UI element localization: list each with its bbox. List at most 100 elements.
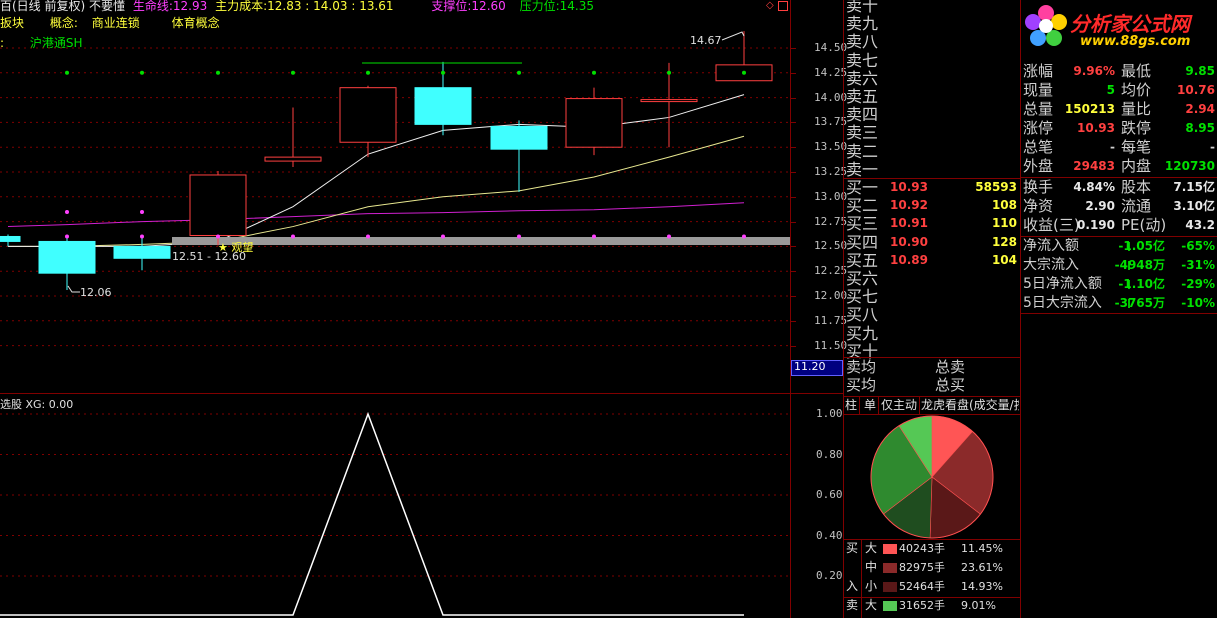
low-annotation: 12.06: [80, 286, 112, 299]
candle-body: [189, 174, 247, 236]
book-row[interactable]: 卖五: [843, 87, 1021, 106]
stat-label: 涨幅: [1023, 62, 1054, 80]
candle[interactable]: [189, 171, 247, 246]
stats-separator-2: [1021, 236, 1217, 237]
stats-separator: [1021, 177, 1217, 178]
legend-side: 买: [846, 541, 859, 555]
candle[interactable]: [38, 234, 96, 291]
legend-size: 大: [865, 598, 878, 612]
book-price: 10.93: [890, 180, 928, 194]
flow-tabs: 柱单仅主动 龙虎看盘(成交量/按: [843, 397, 1021, 415]
flow-pie-chart: [870, 415, 994, 539]
book-row[interactable]: 买六: [843, 269, 1021, 288]
fundamental-row: 收益(三) 0.190 PE(动) 43.2: [1021, 216, 1217, 235]
book-row[interactable]: 卖十: [843, 0, 1021, 15]
book-price: 10.89: [890, 252, 928, 267]
current-price-label: 11.20: [794, 360, 826, 373]
stat-row: 涨幅 9.96% 最低 9.85: [1021, 62, 1217, 81]
flow-pct: -31%: [1181, 258, 1215, 272]
support-dot: [65, 234, 69, 239]
indicator-tick: 0.20: [816, 569, 843, 582]
price-tick-mark: [791, 345, 796, 347]
legend-separator: [843, 597, 1021, 598]
book-row[interactable]: 买四 10.90 128: [843, 233, 1021, 252]
flow-tab[interactable]: 仅主动: [879, 397, 921, 414]
pressure-dot: [65, 70, 69, 75]
stat-value: -: [1210, 140, 1215, 154]
indicator-tick: 0.60: [816, 488, 843, 501]
site-logo: 分析家公式网 www.88gs.com: [1022, 2, 1217, 54]
candle-body: [490, 125, 548, 150]
book-row[interactable]: 买七: [843, 287, 1021, 306]
indicator-chart[interactable]: [0, 394, 790, 618]
stat-value: 43.2: [1185, 218, 1215, 232]
legend-volume: 82975手: [899, 561, 945, 574]
support-dot: [667, 234, 671, 239]
ma-yellow-line: [8, 135, 745, 247]
book-row[interactable]: 卖二: [843, 142, 1021, 161]
stat-value: 10.93: [1077, 121, 1115, 135]
flow-pct: -29%: [1181, 277, 1215, 291]
book-row[interactable]: 买二 10.92 108: [843, 196, 1021, 215]
price-axis-divider: [790, 0, 791, 618]
stat-label: 换手: [1023, 178, 1054, 196]
book-level-label: 买九: [846, 323, 879, 343]
book-level-label: 卖二: [846, 141, 879, 161]
legend-size: 小: [865, 579, 878, 593]
support-dot: [517, 234, 521, 239]
flow-row: 净流入额 -1.05亿 -65%: [1021, 237, 1217, 256]
price-tick-mark: [791, 72, 796, 74]
book-row[interactable]: 卖九: [843, 14, 1021, 33]
candle[interactable]: [113, 236, 171, 271]
support-dot: [366, 234, 370, 239]
book-level-label: 卖一: [846, 159, 879, 179]
book-level-label: 买四: [846, 232, 879, 252]
candle[interactable]: [0, 234, 21, 247]
stat-value: -: [1110, 140, 1115, 154]
flow-label: 大宗流入: [1023, 257, 1079, 273]
pressure-dot: [216, 70, 220, 75]
buy-avg-label: 买均: [846, 376, 877, 394]
legend-swatch: [883, 563, 897, 573]
book-row[interactable]: 卖六: [843, 69, 1021, 88]
book-row[interactable]: 卖三: [843, 123, 1021, 142]
stat-row: 涨停 10.93 跌停 8.95: [1021, 119, 1217, 138]
book-volume: 110: [991, 216, 1017, 231]
book-row[interactable]: 买一 10.93 58593: [843, 178, 1021, 197]
flow-tab[interactable]: 龙虎看盘(成交量/按: [919, 397, 1019, 414]
candle[interactable]: [490, 120, 548, 192]
book-row[interactable]: 卖一: [843, 160, 1021, 179]
pressure-dot: [140, 70, 144, 75]
book-level-label: 卖三: [846, 123, 879, 143]
indicator-tick: 0.80: [816, 447, 843, 461]
stat-label: 收益(三): [1023, 216, 1080, 234]
book-price: 10.90: [890, 234, 928, 249]
flow-tab[interactable]: 柱: [843, 397, 861, 414]
book-row[interactable]: 买三 10.91 110: [843, 214, 1021, 233]
flower-logo-icon: [1025, 5, 1067, 46]
indicator-line: [0, 411, 744, 616]
kline-chart[interactable]: 14.67 12.06 12.51 - 12.60 ★ 观望: [0, 0, 790, 393]
book-level-label: 卖五: [846, 87, 879, 106]
indicator-tick: 0.40: [816, 528, 843, 542]
flow-value: -4948万: [1114, 258, 1165, 272]
book-row[interactable]: 买九: [843, 324, 1021, 343]
book-row[interactable]: 卖四: [843, 105, 1021, 124]
book-row[interactable]: 买五 10.89 104: [843, 251, 1021, 270]
candle-body: [339, 87, 397, 143]
legend-volume: 52464手: [899, 580, 945, 593]
book-row[interactable]: 买八: [843, 305, 1021, 324]
candle[interactable]: [640, 62, 698, 148]
legend-size: 大: [865, 541, 878, 555]
candle-body: [38, 240, 96, 274]
flow-tab[interactable]: 单: [862, 397, 880, 414]
stat-value: 10.76: [1177, 83, 1215, 97]
book-row[interactable]: 卖八: [843, 32, 1021, 51]
book-volume: 104: [991, 252, 1017, 267]
price-tick-mark: [791, 97, 796, 99]
stat-value: 29483: [1073, 159, 1115, 173]
candle[interactable]: [339, 85, 397, 158]
book-row[interactable]: 卖七: [843, 51, 1021, 70]
candle[interactable]: [264, 107, 322, 168]
candle-body: [414, 87, 472, 125]
